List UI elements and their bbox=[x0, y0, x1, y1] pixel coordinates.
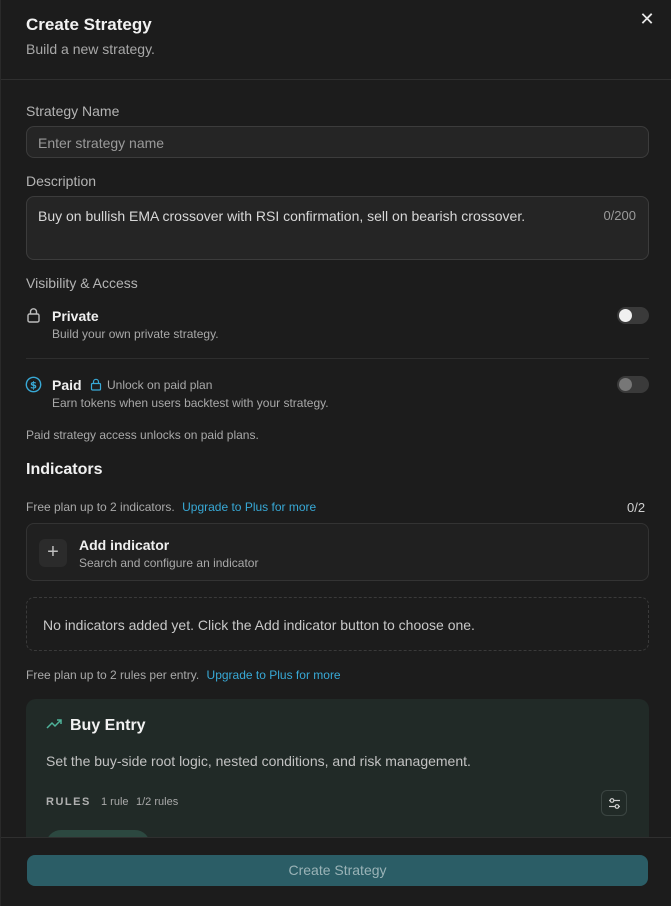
create-strategy-modal: Create Strategy Build a new strategy. ✕ … bbox=[0, 0, 671, 906]
strategy-name-input[interactable]: Enter strategy name bbox=[26, 126, 649, 158]
description-counter: 0/200 bbox=[603, 208, 636, 223]
modal-subtitle: Build a new strategy. bbox=[26, 41, 155, 57]
paid-note: Paid strategy access unlocks on paid pla… bbox=[26, 428, 259, 442]
paid-toggle-knob bbox=[619, 378, 632, 391]
buy-entry-card: Buy Entry Set the buy-side root logic, n… bbox=[26, 699, 649, 849]
indicators-plan-note: Free plan up to 2 indicators. Upgrade to… bbox=[26, 500, 316, 514]
add-indicator-button[interactable]: + Add indicator Search and configure an … bbox=[26, 523, 649, 581]
modal-footer: Create Strategy bbox=[1, 837, 671, 906]
sliders-icon[interactable] bbox=[601, 790, 627, 816]
divider bbox=[26, 358, 649, 359]
indicators-upgrade-link[interactable]: Upgrade to Plus for more bbox=[182, 500, 316, 514]
paid-lock-icon bbox=[90, 378, 102, 391]
sliders-icon-glyph bbox=[609, 798, 620, 809]
buy-entry-title: Buy Entry bbox=[70, 717, 146, 734]
rule-count: 1 rule bbox=[101, 796, 129, 808]
strategy-name-placeholder: Enter strategy name bbox=[38, 135, 165, 151]
paid-subtitle: Earn tokens when users backtest with you… bbox=[52, 396, 329, 410]
visibility-label: Visibility & Access bbox=[26, 275, 138, 291]
add-indicator-title: Add indicator bbox=[79, 537, 170, 553]
modal-title: Create Strategy bbox=[26, 15, 152, 34]
plus-icon: + bbox=[39, 539, 67, 567]
unlock-paid-plan-link[interactable]: Unlock on paid plan bbox=[107, 378, 212, 392]
rule-limit: 1/2 rules bbox=[136, 796, 179, 808]
dollar-circle-icon: $ bbox=[25, 376, 42, 393]
description-textarea[interactable]: Buy on bullish EMA crossover with RSI co… bbox=[26, 196, 649, 260]
close-icon[interactable]: ✕ bbox=[637, 9, 657, 29]
private-toggle-knob bbox=[619, 309, 632, 322]
empty-indicators: No indicators added yet. Click the Add i… bbox=[26, 597, 649, 651]
private-subtitle: Build your own private strategy. bbox=[52, 327, 219, 341]
description-label: Description bbox=[26, 173, 97, 189]
description-text: Buy on bullish EMA crossover with RSI co… bbox=[38, 208, 526, 224]
indicators-count: 0/2 bbox=[627, 500, 646, 515]
rules-label: RULES bbox=[46, 796, 91, 808]
indicators-title: Indicators bbox=[26, 461, 103, 478]
rules-upgrade-link[interactable]: Upgrade to Plus for more bbox=[207, 668, 341, 682]
create-strategy-button[interactable]: Create Strategy bbox=[27, 855, 648, 886]
modal-header: Create Strategy Build a new strategy. ✕ bbox=[1, 0, 671, 80]
paid-title: Paid bbox=[52, 377, 82, 393]
strategy-name-label: Strategy Name bbox=[26, 103, 120, 119]
rules-plan-note: Free plan up to 2 rules per entry. Upgra… bbox=[26, 668, 341, 682]
lock-icon bbox=[27, 308, 40, 323]
empty-indicators-text: No indicators added yet. Click the Add i… bbox=[43, 617, 475, 633]
trending-up-icon bbox=[46, 719, 62, 729]
indicators-plan-text: Free plan up to 2 indicators. bbox=[26, 500, 175, 514]
rules-plan-text: Free plan up to 2 rules per entry. bbox=[26, 668, 200, 682]
add-indicator-subtitle: Search and configure an indicator bbox=[79, 556, 259, 570]
private-toggle[interactable] bbox=[617, 307, 649, 324]
private-title: Private bbox=[52, 308, 99, 324]
paid-toggle[interactable] bbox=[617, 376, 649, 393]
svg-text:$: $ bbox=[30, 380, 37, 391]
buy-entry-description: Set the buy-side root logic, nested cond… bbox=[46, 753, 471, 769]
